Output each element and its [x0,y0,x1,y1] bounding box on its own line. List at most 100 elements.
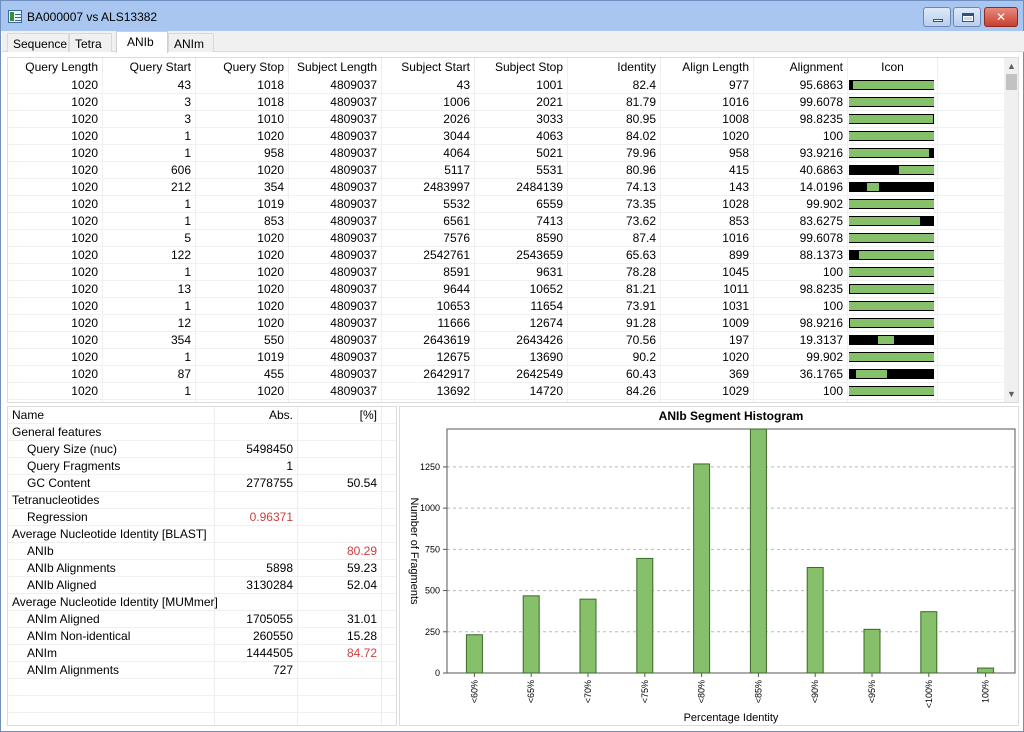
histogram-bar [749,428,767,674]
cell-align-length: 1020 [661,349,754,366]
summary-group-row[interactable]: Tetranucleotides [8,492,396,509]
minimize-button[interactable] [923,7,951,27]
summary-row[interactable]: ANIm Alignments 727 [8,662,396,679]
summary-row[interactable]: Regression 0.96371 [8,509,396,526]
column-header-identity[interactable]: Identity [568,58,661,76]
column-header-name[interactable]: Name [8,407,215,424]
cell-query-stop: 1020 [196,281,289,298]
close-button[interactable]: ✕ [984,7,1018,27]
table-row[interactable]: 1020 606 1020 4809037 5117 5531 80.96 415 40.686… [8,162,1003,179]
alignment-coverage-bar [849,233,934,243]
summary-row[interactable]: GC Content 2778755 50.54 [8,475,396,492]
tab-anib[interactable]: ANIb [116,31,168,53]
summary-row[interactable]: ANIb Aligned 3130284 52.04 [8,577,396,594]
table-row[interactable]: 1020 1 1020 4809037 13692 14720 84.26 1029 100 [8,383,1003,400]
cell-query-length: 1020 [8,213,103,230]
tab-anim[interactable]: ANIm [168,33,214,52]
summary-group-row[interactable] [8,713,396,725]
column-header-query-stop[interactable]: Query Stop [196,58,289,76]
column-header-query-length[interactable]: Query Length [8,58,103,76]
column-header-align-length[interactable]: Align Length [661,58,754,76]
table-row[interactable]: 1020 5 1020 4809037 7576 8590 87.4 1016 99.6078 [8,230,1003,247]
cell-subject-start: 3044 [382,128,475,145]
summary-group-row[interactable]: General features [8,424,396,441]
cell-alignment: 99.902 [754,349,848,366]
summary-row[interactable]: ANIm Non-identical 260550 15.28 [8,628,396,645]
cell-align-length: 1029 [661,383,754,400]
column-header-abs[interactable]: Abs. [215,407,298,424]
summary-group-row[interactable] [8,696,396,713]
tab-sequence[interactable]: Sequence [7,33,69,52]
column-header-subject-start[interactable]: Subject Start [382,58,475,76]
cell-subject-start: 43 [382,77,475,94]
cell-align-length: 1028 [661,196,754,213]
table-row[interactable]: 1020 1 1019 4809037 5532 6559 73.35 1028 99.902 [8,196,1003,213]
cell-align-length: 197 [661,332,754,349]
table-row[interactable]: 102075410204809037169001624083.4626926.1… [8,400,1003,402]
table-row[interactable]: 1020 122 1020 4809037 2542761 2543659 65.63 899… [8,247,1003,264]
summary-row[interactable]: ANIm 1444505 84.72 [8,645,396,662]
column-header-icon[interactable]: Icon [848,58,938,76]
column-header-query-start[interactable]: Query Start [103,58,196,76]
cell-identity: 80.95 [568,111,661,128]
cell-subject-length: 4809037 [289,264,382,281]
aligned-segment [850,285,934,293]
table-body[interactable]: 1020 43 1018 4809037 43 1001 82.4 977 95.6863 102… [8,77,1003,402]
scroll-down-icon[interactable]: ▼ [1004,386,1018,402]
cell-query-stop: 958 [196,145,289,162]
summary-row[interactable]: ANIm Aligned 1705055 31.01 [8,611,396,628]
scroll-up-icon[interactable]: ▲ [1004,58,1018,74]
cell-query-stop: 1020 [196,315,289,332]
summary-group-row[interactable]: Average Nucleotide Identity [BLAST] [8,526,396,543]
alignment-coverage-bar [849,267,934,277]
summary-row[interactable]: Query Fragments 1 [8,458,396,475]
summary-row[interactable]: Query Size (nuc) 5498450 [8,441,396,458]
summary-name: Average Nucleotide Identity [MUMmer] [8,594,218,611]
summary-abs-value: 3130284 [215,577,298,594]
vertical-scrollbar[interactable]: ▲ ▼ [1004,58,1018,402]
maximize-button[interactable] [953,7,981,27]
table-row[interactable]: 1020 43 1018 4809037 43 1001 82.4 977 95.6863 [8,77,1003,94]
table-row[interactable]: 1020 1 1020 4809037 10653 11654 73.91 1031 100 [8,298,1003,315]
table-row[interactable]: 1020 87 455 4809037 2642917 2642549 60.43 369 36… [8,366,1003,383]
summary-abs-value: 5898 [215,560,298,577]
cell-subject-start: 2026 [382,111,475,128]
summary-row[interactable]: ANIb Alignments 5898 59.23 [8,560,396,577]
cell-query-length: 1020 [8,94,103,111]
y-axis-label: Number of Fragments [408,498,420,605]
column-header-alignment[interactable]: Alignment [754,58,848,76]
table-row[interactable]: 1020 3 1010 4809037 2026 3033 80.95 1008 98.8235 [8,111,1003,128]
cell-subject-stop: 6559 [475,196,568,213]
table-row[interactable]: 1020 212 354 4809037 2483997 2484139 74.13 143 1… [8,179,1003,196]
column-header-percent[interactable]: [%] [298,407,382,424]
table-row[interactable]: 1020 3 1018 4809037 1006 2021 81.79 1016 99.6078 [8,94,1003,111]
cell-subject-length: 4809037 [289,77,382,94]
column-header-subject-length[interactable]: Subject Length [289,58,382,76]
cell-query-start: 354 [103,332,196,349]
scroll-thumb[interactable] [1006,74,1017,90]
table-row[interactable]: 1020 1 958 4809037 4064 5021 79.96 958 93.9216 [8,145,1003,162]
table-row[interactable]: 1020 1 1020 4809037 3044 4063 84.02 1020 100 [8,128,1003,145]
tab-tetra[interactable]: Tetra [69,33,112,52]
cell-icon [848,230,938,247]
summary-group-row[interactable] [8,679,396,696]
cell-subject-length: 4809037 [289,315,382,332]
cell-query-stop: 1020 [196,383,289,400]
cell-subject-stop: 2484139 [475,179,568,196]
histogram-bar [863,628,881,674]
cell-query-start: 13 [103,281,196,298]
table-row[interactable]: 1020 12 1020 4809037 11666 12674 91.28 1009 98.9… [8,315,1003,332]
cell-identity: 91.28 [568,315,661,332]
summary-name: Regression [8,509,215,526]
table-row[interactable]: 1020 1 1019 4809037 12675 13690 90.2 1020 99.902 [8,349,1003,366]
summary-group-row[interactable]: Average Nucleotide Identity [MUMmer] [8,594,396,611]
alignment-coverage-bar [849,199,934,209]
table-row[interactable]: 1020 354 550 4809037 2643619 2643426 70.56 197 1… [8,332,1003,349]
cell-subject-length: 4809037 [289,349,382,366]
summary-row[interactable]: ANIb 80.29 [8,543,396,560]
table-row[interactable]: 1020 1 853 4809037 6561 7413 73.62 853 83.6275 [8,213,1003,230]
column-header-subject-stop[interactable]: Subject Stop [475,58,568,76]
table-row[interactable]: 1020 1 1020 4809037 8591 9631 78.28 1045 100 [8,264,1003,281]
table-row[interactable]: 1020 13 1020 4809037 9644 10652 81.21 1011 98.82… [8,281,1003,298]
title-bar[interactable]: BA000007 vs ALS13382 ✕ [1,1,1023,31]
